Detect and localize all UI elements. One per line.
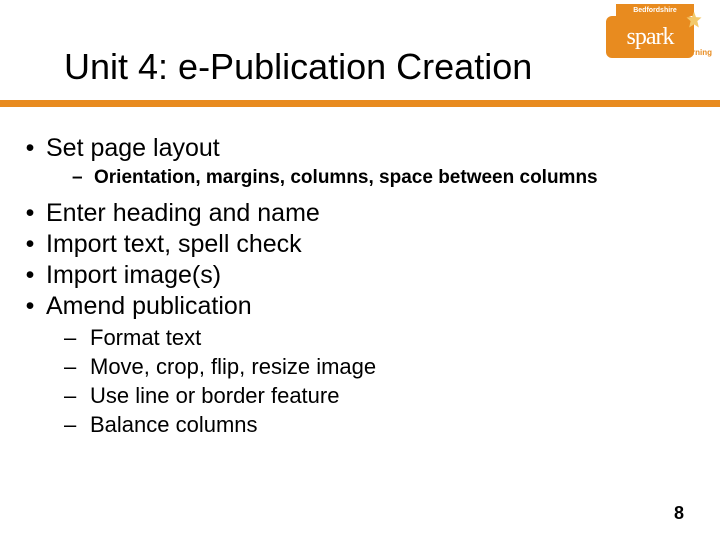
bullet-item: •Amend publication –Format text –Move, c… — [20, 292, 700, 438]
slide-body: •Set page layout –Orientation, margins, … — [20, 134, 700, 448]
sub-bullet-item: –Orientation, margins, columns, space be… — [20, 167, 700, 189]
spark-logo: Bedfordshire spark adult learning — [606, 4, 712, 70]
star-icon — [684, 10, 704, 30]
bullet-item: •Import image(s) — [20, 261, 700, 290]
logo-bedfordshire-text: Bedfordshire — [633, 7, 677, 14]
page-number: 8 — [674, 503, 684, 524]
slide: Bedfordshire spark adult learning Unit 4… — [0, 0, 720, 540]
bullet-text: Import text, spell check — [46, 230, 302, 258]
sub-bullet-item: –Format text — [20, 325, 700, 351]
sub-bullet-item: –Use line or border feature — [20, 383, 700, 409]
title-underline — [0, 100, 720, 107]
sub-bullet-text: Orientation, margins, columns, space bet… — [94, 167, 598, 188]
bullet-text: Import image(s) — [46, 261, 221, 289]
bullet-item: •Set page layout –Orientation, margins, … — [20, 134, 700, 189]
sub-bullet-item: –Balance columns — [20, 412, 700, 438]
sub-bullet-text: Format text — [90, 325, 201, 350]
logo-top-bar: Bedfordshire — [616, 4, 694, 16]
sub-bullet-text: Balance columns — [90, 412, 258, 437]
logo-spark-text: spark — [627, 24, 674, 51]
bullet-item: •Import text, spell check — [20, 230, 700, 259]
sub-bullet-text: Move, crop, flip, resize image — [90, 354, 376, 379]
logo-adult-learning-text: adult learning — [660, 48, 712, 57]
bullet-text: Amend publication — [46, 292, 252, 320]
bullet-item: •Enter heading and name — [20, 199, 700, 228]
bullet-text: Enter heading and name — [46, 199, 320, 227]
slide-title: Unit 4: e-Publication Creation — [64, 46, 532, 88]
sub-bullet-text: Use line or border feature — [90, 383, 339, 408]
sub-bullet-item: –Move, crop, flip, resize image — [20, 354, 700, 380]
bullet-text: Set page layout — [46, 134, 220, 162]
